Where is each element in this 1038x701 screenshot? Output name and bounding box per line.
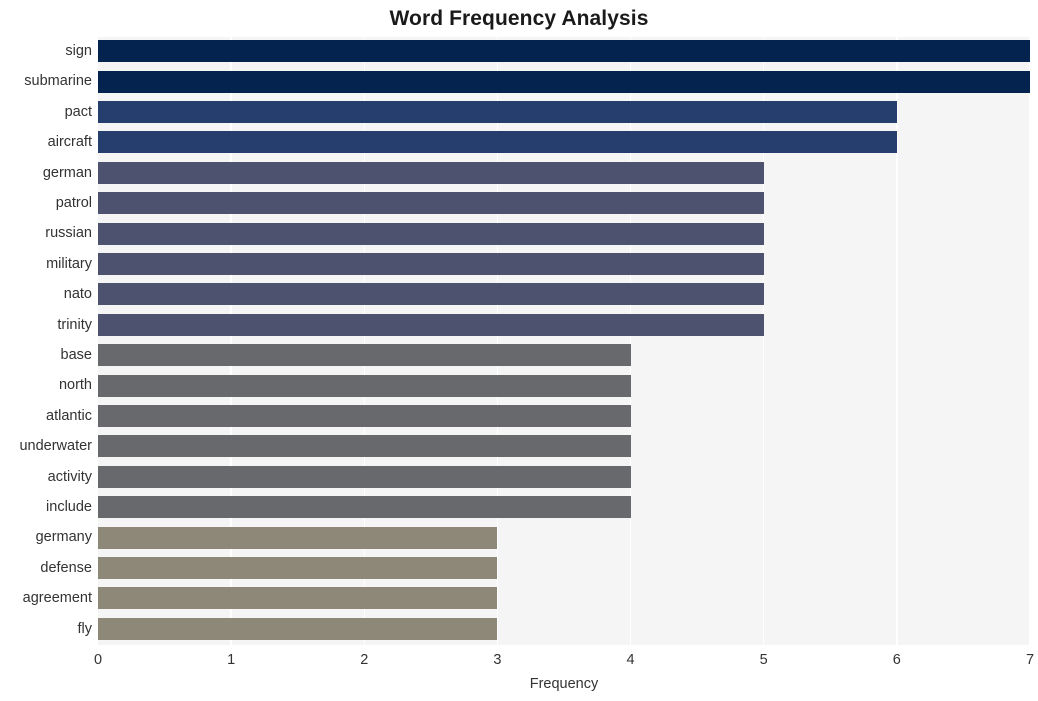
y-tick-label: base bbox=[60, 347, 92, 363]
bar-row bbox=[98, 159, 1030, 187]
bar-row bbox=[98, 128, 1030, 156]
x-tick-label: 6 bbox=[892, 652, 901, 668]
y-tick-label: atlantic bbox=[46, 407, 92, 424]
chart-figure: Word Frequency Analysis sign submarine pac… bbox=[0, 0, 1038, 701]
bar-row bbox=[98, 523, 1030, 551]
bar[interactable] bbox=[98, 435, 631, 458]
bar-row bbox=[98, 584, 1030, 612]
bar-row bbox=[98, 615, 1030, 643]
bars-layer bbox=[98, 37, 1030, 645]
bar[interactable] bbox=[98, 283, 764, 306]
y-axis: sign submarine pact aircraft german patrol rus… bbox=[0, 37, 92, 645]
y-tick-label: submarine bbox=[24, 73, 92, 90]
y-tick-label: underwater bbox=[19, 438, 92, 455]
bar-row bbox=[98, 37, 1030, 65]
bar[interactable] bbox=[98, 496, 631, 519]
bar[interactable] bbox=[98, 374, 631, 397]
y-tick-label: sign bbox=[65, 43, 92, 59]
y-tick-label: germany bbox=[35, 529, 92, 546]
bar[interactable] bbox=[98, 252, 764, 275]
y-tick-label: russian bbox=[45, 225, 92, 242]
y-tick-label: pact bbox=[64, 103, 92, 120]
bar-row bbox=[98, 250, 1030, 278]
bar-row bbox=[98, 189, 1030, 217]
bar[interactable] bbox=[98, 556, 498, 579]
y-tick-label: nato bbox=[63, 286, 92, 303]
bar[interactable] bbox=[98, 100, 897, 123]
bar-row bbox=[98, 493, 1030, 521]
x-axis: 0 1 2 3 4 5 6 7 bbox=[94, 645, 1034, 675]
bar[interactable] bbox=[98, 465, 631, 488]
bar[interactable] bbox=[98, 526, 498, 549]
bar[interactable] bbox=[98, 617, 498, 640]
bar-row bbox=[98, 463, 1030, 491]
y-tick-label: fly bbox=[77, 620, 93, 637]
bar[interactable] bbox=[98, 131, 897, 154]
x-axis-title: Frequency bbox=[529, 676, 599, 692]
bar[interactable] bbox=[98, 313, 764, 336]
bar-row bbox=[98, 219, 1030, 247]
bar[interactable] bbox=[98, 404, 631, 427]
bar-row bbox=[98, 98, 1030, 126]
bar-row bbox=[98, 341, 1030, 369]
y-tick-label: german bbox=[42, 164, 92, 181]
plot-area bbox=[98, 37, 1030, 645]
x-tick-label: 0 bbox=[93, 652, 103, 668]
bar-row bbox=[98, 402, 1030, 430]
bar-row bbox=[98, 432, 1030, 460]
y-tick-label: north bbox=[58, 377, 92, 394]
y-tick-label: military bbox=[46, 255, 92, 272]
bar[interactable] bbox=[98, 222, 764, 245]
bar-row bbox=[98, 554, 1030, 582]
bar[interactable] bbox=[98, 192, 764, 215]
y-tick-label: agreement bbox=[22, 590, 92, 607]
bar-row bbox=[98, 311, 1030, 339]
y-tick-label: include bbox=[46, 499, 92, 515]
bar[interactable] bbox=[98, 40, 1030, 63]
y-tick-label: patrol bbox=[55, 195, 92, 211]
y-tick-label: aircraft bbox=[47, 134, 92, 151]
x-tick-label: 2 bbox=[360, 652, 369, 668]
bar-row bbox=[98, 371, 1030, 399]
bar[interactable] bbox=[98, 344, 631, 367]
y-tick-label: activity bbox=[47, 468, 92, 485]
y-tick-label: trinity bbox=[57, 316, 92, 333]
bar[interactable] bbox=[98, 161, 764, 184]
x-tick-label: 4 bbox=[626, 652, 635, 668]
bar-row bbox=[98, 67, 1030, 95]
x-tick-label: 5 bbox=[759, 652, 768, 668]
chart-title: Word Frequency Analysis bbox=[389, 7, 649, 30]
bar[interactable] bbox=[98, 587, 498, 610]
x-tick-label: 7 bbox=[1025, 652, 1035, 668]
y-tick-label: defense bbox=[40, 559, 92, 576]
bar-row bbox=[98, 280, 1030, 308]
x-tick-label: 3 bbox=[493, 652, 502, 668]
bar[interactable] bbox=[98, 70, 1030, 93]
x-tick-label: 1 bbox=[227, 652, 236, 668]
